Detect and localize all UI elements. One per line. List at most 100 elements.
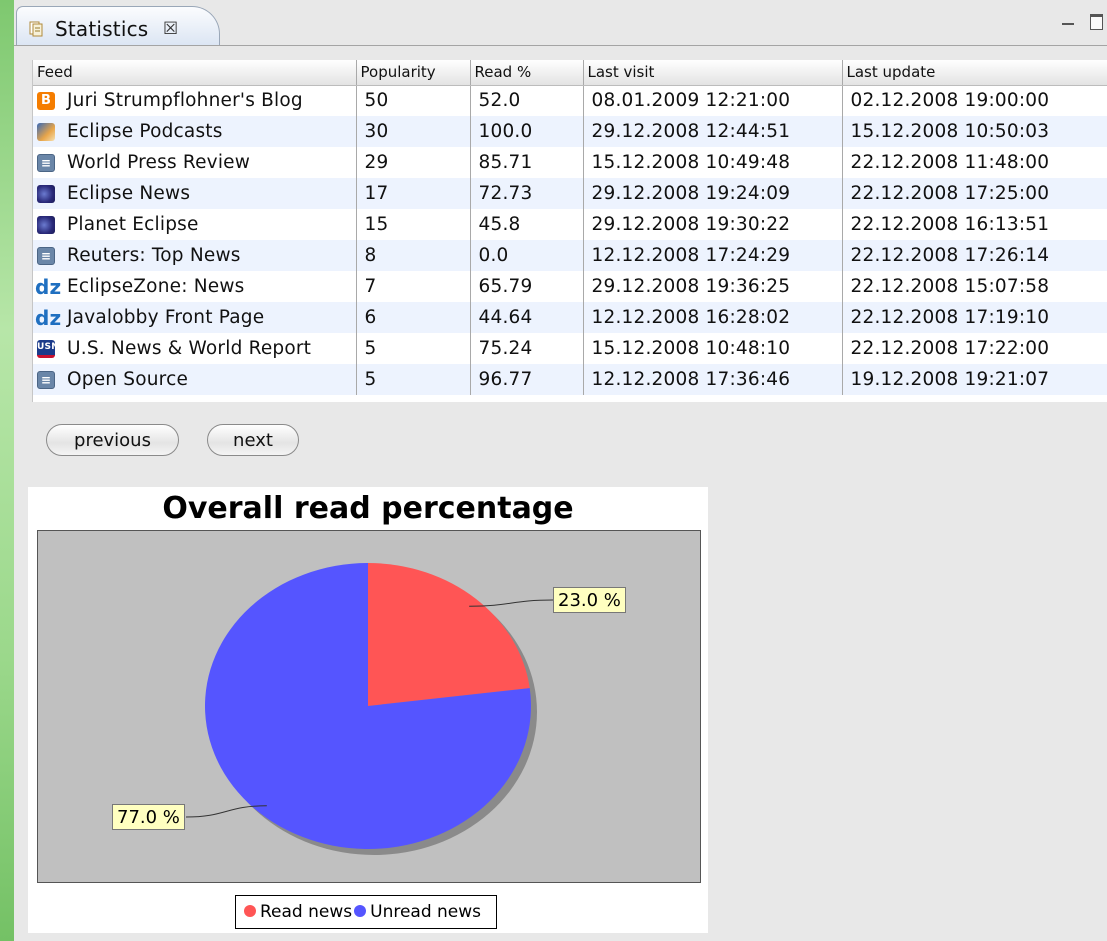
feed-name: Eclipse News xyxy=(67,183,191,204)
last-visit-cell: 29.12.2008 19:24:09 xyxy=(583,178,843,209)
chart-title: Overall read percentage xyxy=(162,491,574,526)
feed-cell: ≡ World Press Review xyxy=(33,147,357,178)
column-header-read[interactable]: Read % xyxy=(470,60,584,86)
last-update-cell: 22.12.2008 17:26:14 xyxy=(842,240,1107,271)
last-update-cell: 22.12.2008 17:19:10 xyxy=(842,302,1107,333)
feed-cell: Eclipse Podcasts xyxy=(33,116,357,147)
popularity-cell: 50 xyxy=(356,85,471,116)
column-header-last-visit[interactable]: Last visit xyxy=(583,60,843,86)
table-row[interactable]: USN U.S. News & World Report 5 75.24 15.12.2… xyxy=(33,333,1107,364)
desktop-background xyxy=(0,0,14,941)
read-percentage-chart: Overall read percentage 23.0 % 77.0 % Rea… xyxy=(28,487,708,933)
table-row[interactable]: Eclipse Podcasts 30 100.0 29.12.2008 12:44:… xyxy=(33,116,1107,147)
table-row[interactable]: dz Javalobby Front Page 6 44.64 12.12.2008 1… xyxy=(33,302,1107,333)
last-update-cell: 22.12.2008 17:25:00 xyxy=(842,178,1107,209)
last-visit-cell: 12.12.2008 16:28:02 xyxy=(583,302,843,333)
last-visit-cell: 12.12.2008 17:24:29 xyxy=(583,240,843,271)
podcast-icon xyxy=(37,123,55,141)
table-header-row: Feed Popularity Read % Last visit Last u… xyxy=(33,60,1107,86)
legend-label: Unread news xyxy=(370,902,482,922)
dzone-icon: dz xyxy=(35,306,62,330)
table-row[interactable]: ≡ Open Source 5 96.77 12.12.2008 17:36:46 19.… xyxy=(33,364,1107,395)
table-row[interactable]: ≡ Reuters: Top News 8 0.0 12.12.2008 17:24:2… xyxy=(33,240,1107,271)
popularity-cell: 17 xyxy=(356,178,471,209)
tab-statistics[interactable]: Statistics ☒ xyxy=(16,6,220,46)
read-cell: 75.24 xyxy=(470,333,584,364)
feed-cell: dz EclipseZone: News xyxy=(33,271,357,302)
popularity-cell: 7 xyxy=(356,271,471,302)
read-cell: 96.77 xyxy=(470,364,584,395)
last-update-cell: 19.12.2008 19:21:07 xyxy=(842,364,1107,395)
close-icon[interactable]: ☒ xyxy=(163,19,178,39)
table-row[interactable]: ≡ World Press Review 29 85.71 15.12.2008 10:… xyxy=(33,147,1107,178)
table-row[interactable]: B Juri Strumpflohner's Blog 50 52.0 08.01.20… xyxy=(33,85,1107,116)
feed-cell: ≡ Open Source xyxy=(33,364,357,395)
feed-name: Juri Strumpflohner's Blog xyxy=(67,90,303,112)
next-button[interactable]: next xyxy=(207,424,299,456)
read-cell: 65.79 xyxy=(470,271,584,302)
read-cell: 45.8 xyxy=(470,209,584,240)
last-visit-cell: 29.12.2008 19:30:22 xyxy=(583,209,843,240)
popularity-cell: 29 xyxy=(356,147,471,178)
feed-cell: USN U.S. News & World Report xyxy=(33,333,357,364)
chart-legend: Read news Unread news xyxy=(235,895,497,929)
statistics-view: Statistics ☒ Feed Popularity Read % Last… xyxy=(14,0,1107,941)
table-row[interactable]: Eclipse News 17 72.73 29.12.2008 19:24:09 22… xyxy=(33,178,1107,209)
column-header-last-update[interactable]: Last update xyxy=(842,60,1107,86)
read-cell: 44.64 xyxy=(470,302,584,333)
feed-name: EclipseZone: News xyxy=(67,276,245,297)
slice-label: 23.0 % xyxy=(553,587,626,613)
popularity-cell: 15 xyxy=(356,209,471,240)
slice-label: 77.0 % xyxy=(112,804,185,830)
feed-statistics-table[interactable]: Feed Popularity Read % Last visit Last u… xyxy=(32,60,1107,402)
popularity-cell: 8 xyxy=(356,240,471,271)
blogger-icon: B xyxy=(37,92,55,111)
feed-table: Feed Popularity Read % Last visit Last u… xyxy=(33,60,1107,395)
last-visit-cell: 29.12.2008 19:36:25 xyxy=(583,271,843,302)
previous-button[interactable]: previous xyxy=(46,424,179,456)
feed-name: Javalobby Front Page xyxy=(67,307,265,328)
last-update-cell: 02.12.2008 19:00:00 xyxy=(850,90,1050,112)
legend-swatch xyxy=(354,905,367,917)
feed-cell: ≡ Reuters: Top News xyxy=(33,240,357,271)
last-update-cell: 22.12.2008 16:13:51 xyxy=(850,214,1050,235)
last-update-cell: 22.12.2008 17:22:00 xyxy=(850,338,1050,359)
eclipse-icon xyxy=(37,216,55,234)
popularity-cell: 30 xyxy=(356,116,471,147)
legend-label: Read news xyxy=(260,902,353,922)
rss-feed-icon: ≡ xyxy=(37,247,55,265)
feed-cell: B Juri Strumpflohner's Blog xyxy=(33,85,357,116)
feed-cell: Planet Eclipse xyxy=(33,209,357,240)
read-cell: 52.0 xyxy=(470,85,584,116)
last-visit-cell: 15.12.2008 10:48:10 xyxy=(583,333,843,364)
popularity-cell: 6 xyxy=(356,302,471,333)
minimize-icon[interactable] xyxy=(1062,16,1074,25)
table-row[interactable]: Planet Eclipse 15 45.8 29.12.2008 19:30:22 2… xyxy=(33,209,1107,240)
feed-name: Reuters: Top News xyxy=(67,245,241,266)
popularity-cell: 5 xyxy=(356,364,471,395)
last-update-cell: 15.12.2008 10:50:03 xyxy=(842,116,1107,147)
last-visit-cell: 12.12.2008 17:36:46 xyxy=(583,364,843,395)
legend-swatch xyxy=(244,905,256,917)
feed-name: World Press Review xyxy=(67,152,251,173)
tab-divider xyxy=(14,45,1107,46)
feed-cell: dz Javalobby Front Page xyxy=(33,302,357,333)
feed-name: Eclipse Podcasts xyxy=(67,121,223,142)
tab-title: Statistics xyxy=(55,17,149,41)
column-header-feed[interactable]: Feed xyxy=(33,60,357,86)
maximize-icon[interactable] xyxy=(1090,14,1103,30)
pie-slice-read-news xyxy=(368,563,530,706)
last-update-cell: 22.12.2008 11:48:00 xyxy=(850,152,1050,173)
feed-name: Planet Eclipse xyxy=(67,214,199,235)
read-cell: 72.73 xyxy=(470,178,584,209)
eclipse-icon xyxy=(37,185,55,203)
feed-cell: Eclipse News xyxy=(33,178,357,209)
tab-bar: Statistics ☒ xyxy=(14,0,1107,46)
last-visit-cell: 29.12.2008 12:44:51 xyxy=(583,116,843,147)
column-header-popularity[interactable]: Popularity xyxy=(356,60,471,86)
read-cell: 100.0 xyxy=(470,116,584,147)
last-visit-cell: 08.01.2009 12:21:00 xyxy=(583,85,843,116)
table-row[interactable]: dz EclipseZone: News 7 65.79 29.12.2008 19:3… xyxy=(33,271,1107,302)
popularity-cell: 5 xyxy=(356,333,471,364)
read-cell: 0.0 xyxy=(470,240,584,271)
